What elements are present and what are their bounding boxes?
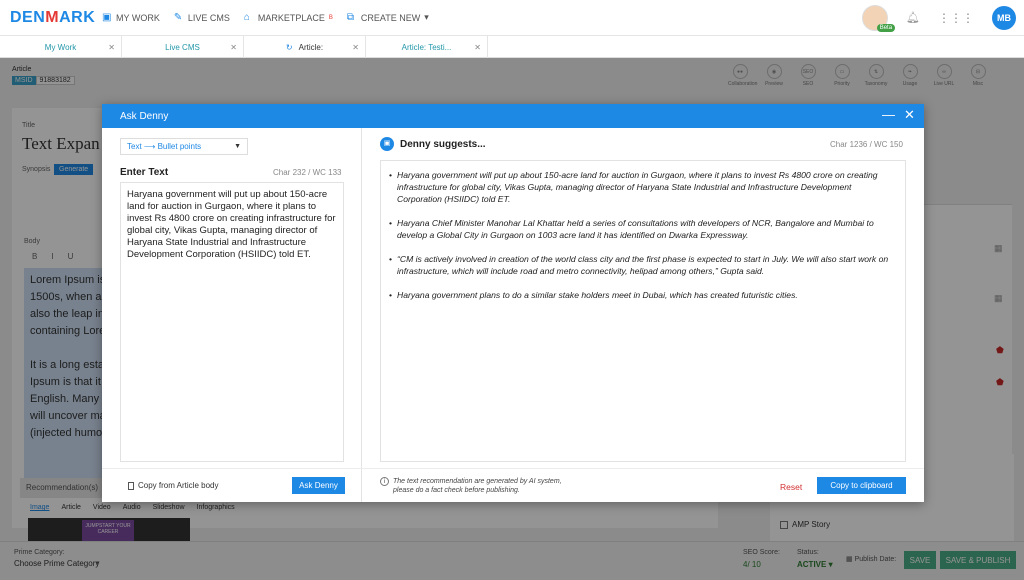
- logo[interactable]: DENMARK: [10, 9, 102, 27]
- bullet-item: Haryana Chief Minister Manohar Lal Khatt…: [389, 217, 895, 241]
- bullet-item: Haryana government plans to do a similar…: [389, 289, 895, 301]
- suggest-char-count: Char 1236 / WC 150: [830, 140, 903, 149]
- enter-text-label: Enter Text: [120, 167, 169, 178]
- denny-suggests-title: Denny suggests...: [400, 139, 486, 150]
- user-avatar[interactable]: MB: [992, 5, 1016, 30]
- modal-title: Ask Denny: [120, 110, 169, 122]
- enter-text-input[interactable]: Haryana government will put up about 150…: [120, 182, 344, 462]
- marketplace-icon: ⌂: [243, 11, 250, 23]
- tab-article[interactable]: ↻ Article: ✕: [244, 36, 366, 58]
- close-icon[interactable]: ✕: [352, 43, 359, 52]
- copy-icon: [128, 481, 134, 490]
- copy-to-clipboard-button[interactable]: Copy to clipboard: [817, 477, 906, 494]
- copy-from-article-button[interactable]: Copy from Article body: [128, 481, 218, 490]
- apps-grid-icon[interactable]: ⋮⋮⋮: [938, 11, 974, 25]
- denny-bot-icon: ▣: [380, 137, 394, 151]
- info-icon: i: [380, 477, 389, 486]
- tab-bar: My Work ✕ Live CMS ✕ ↻ Article: ✕ Article: T…: [0, 36, 1024, 58]
- nav-live-cms[interactable]: ✎ LIVE CMS: [173, 11, 230, 23]
- input-char-count: Char 232 / WC 133: [273, 168, 342, 177]
- caret-down-icon: ▼: [234, 143, 241, 150]
- close-icon[interactable]: ✕: [904, 108, 915, 122]
- reset-button[interactable]: Reset: [780, 482, 802, 492]
- nav-create-new[interactable]: ⧉ CREATE NEW ▾: [347, 12, 429, 23]
- ask-denny-modal: Ask Denny — ✕ Text ⟶ Bullet points ▼ Ente…: [102, 104, 924, 502]
- minimize-icon[interactable]: —: [882, 108, 895, 122]
- mode-select[interactable]: Text ⟶ Bullet points ▼: [120, 138, 248, 155]
- chevron-down-icon: ▾: [424, 12, 429, 22]
- wrench-icon: ✎: [173, 11, 183, 23]
- bullet-list: Haryana government will put up about 150…: [389, 169, 895, 301]
- refresh-icon[interactable]: ↻: [286, 43, 293, 52]
- bell-icon[interactable]: 🔔︎: [906, 11, 920, 24]
- ai-disclaimer: i The text recommendation are generated b…: [380, 477, 570, 495]
- bullet-item: Haryana government will put up about 150…: [389, 169, 895, 205]
- create-icon: ⧉: [346, 11, 355, 23]
- close-icon[interactable]: ✕: [474, 43, 481, 52]
- nav-my-work[interactable]: ▣ MY WORK: [102, 11, 160, 23]
- beta-badge: β: [328, 14, 333, 21]
- my-work-icon: ▣: [102, 11, 112, 23]
- nav-marketplace[interactable]: ⌂ MARKETPLACE β: [243, 11, 333, 23]
- beta-label: Beta: [876, 23, 896, 32]
- close-icon[interactable]: ✕: [230, 43, 237, 52]
- suggestion-output[interactable]: Haryana government will put up about 150…: [380, 160, 906, 462]
- close-icon[interactable]: ✕: [108, 43, 115, 52]
- bullet-item: “CM is actively involved in creation of …: [389, 253, 895, 277]
- footer-divider: [102, 468, 924, 469]
- beta-avatar[interactable]: Beta: [862, 4, 896, 32]
- tab-live-cms[interactable]: Live CMS ✕: [122, 36, 244, 58]
- tab-my-work[interactable]: My Work ✕: [0, 36, 122, 58]
- modal-header: Ask Denny — ✕: [102, 104, 924, 128]
- tab-article-testi[interactable]: Article: Testi... ✕: [366, 36, 488, 58]
- panel-divider: [361, 128, 362, 502]
- ask-denny-button[interactable]: Ask Denny: [292, 477, 345, 494]
- top-nav: DENMARK ▣ MY WORK ✎ LIVE CMS ⌂ MARKETPLACE β…: [0, 0, 1024, 36]
